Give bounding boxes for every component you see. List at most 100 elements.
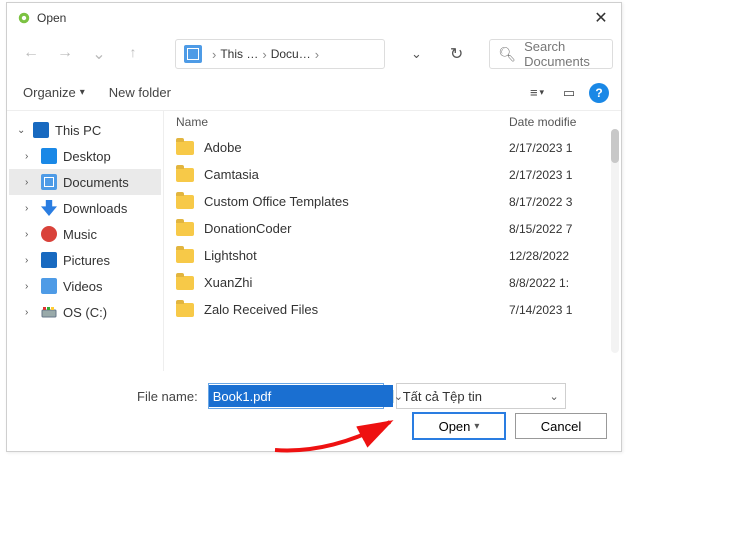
view-list-button[interactable]: ≡▾ <box>523 82 551 104</box>
organize-menu[interactable]: Organize ▾ <box>23 85 85 100</box>
caret-icon: › <box>25 177 35 188</box>
dialog-title: Open <box>37 11 587 25</box>
breadcrumb-folder[interactable]: Docu… <box>271 47 311 61</box>
item-name: DonationCoder <box>204 221 499 236</box>
folder-icon <box>176 168 194 182</box>
folder-icon <box>176 141 194 155</box>
back-button[interactable]: ← <box>23 44 39 64</box>
videos-icon <box>41 278 57 294</box>
filename-label: File name: <box>137 389 198 404</box>
item-date: 7/14/2023 1 <box>509 303 609 317</box>
chevron-down-icon: ⌄ <box>549 390 558 403</box>
filename-input[interactable] <box>209 385 393 407</box>
open-button[interactable]: Open ▾ <box>413 413 505 439</box>
filetype-select[interactable]: Tất cả Tệp tin ⌄ <box>396 383 566 409</box>
caret-icon: › <box>25 229 35 240</box>
item-date: 8/17/2022 3 <box>509 195 609 209</box>
tree-item-pictures[interactable]: › Pictures <box>9 247 161 273</box>
list-item[interactable]: Lightshot 12/28/2022 <box>164 242 621 269</box>
help-button[interactable]: ? <box>589 83 609 103</box>
new-folder-button[interactable]: New folder <box>109 85 171 100</box>
up-button[interactable]: ↑ <box>125 44 141 64</box>
tree-item-desktop[interactable]: › Desktop <box>9 143 161 169</box>
item-name: Zalo Received Files <box>204 302 499 317</box>
list-item[interactable]: Adobe 2/17/2023 1 <box>164 134 621 161</box>
tree-item-downloads[interactable]: › Downloads <box>9 195 161 221</box>
open-dialog: Open ✕ ← → ⌄ ↑ › This … › Docu… › ⌄ ↻ 🔍︎… <box>6 2 622 452</box>
folder-icon <box>176 249 194 263</box>
cancel-button[interactable]: Cancel <box>515 413 607 439</box>
item-date: 2/17/2023 1 <box>509 141 609 155</box>
pics-icon <box>41 252 57 268</box>
app-icon <box>17 11 31 25</box>
folder-tree: ⌄ This PC › Desktop › Documents › Downloads › Mus… <box>7 111 163 371</box>
folder-icon <box>176 303 194 317</box>
address-dropdown[interactable]: ⌄ <box>411 46 422 62</box>
view-layout-button[interactable]: ▭ <box>555 82 583 104</box>
search-placeholder: Search Documents <box>524 39 604 69</box>
search-icon: 🔍︎ <box>498 46 516 63</box>
down-icon <box>41 200 57 216</box>
close-button[interactable]: ✕ <box>587 8 615 28</box>
chevron-down-icon: ▾ <box>80 87 85 98</box>
desktop-icon <box>41 148 57 164</box>
folder-icon <box>176 276 194 290</box>
item-date: 12/28/2022 <box>509 249 609 263</box>
folder-icon <box>176 222 194 236</box>
item-date: 2/17/2023 1 <box>509 168 609 182</box>
column-name[interactable]: Name <box>176 115 509 129</box>
item-name: XuanZhi <box>204 275 499 290</box>
scrollbar[interactable] <box>611 129 619 353</box>
tree-item-label: Documents <box>63 175 129 190</box>
address-bar[interactable]: › This … › Docu… › <box>175 39 385 69</box>
breadcrumb-root[interactable]: This … <box>220 47 258 61</box>
file-list: Name Date modifie Adobe2/17/2023 1Camtas… <box>164 111 621 371</box>
list-item[interactable]: XuanZhi8/8/2022 1: <box>164 269 621 296</box>
item-name: Adobe <box>204 140 499 155</box>
tree-item-label: Music <box>63 227 97 242</box>
item-date: 8/15/2022 7 <box>509 222 609 236</box>
caret-icon: › <box>25 203 35 214</box>
caret-icon: › <box>25 307 35 318</box>
breadcrumb-sep: › <box>315 47 319 62</box>
folder-icon <box>176 195 194 209</box>
search-input[interactable]: 🔍︎ Search Documents <box>489 39 613 69</box>
item-name: Lightshot <box>204 248 499 263</box>
item-name: Custom Office Templates <box>204 194 499 209</box>
column-date[interactable]: Date modifie <box>509 115 609 129</box>
caret-icon: › <box>25 281 35 292</box>
tree-item-os-c-[interactable]: ›OS (C:) <box>9 299 161 325</box>
tree-item-this-pc[interactable]: ⌄ This PC <box>9 117 161 143</box>
tree-item-documents[interactable]: › Documents <box>9 169 161 195</box>
chevron-down-icon: ▾ <box>474 421 479 432</box>
tree-item-label: Desktop <box>63 149 111 164</box>
breadcrumb-sep: › <box>212 47 216 62</box>
music-icon <box>41 226 57 242</box>
pc-icon <box>33 122 49 138</box>
refresh-button[interactable]: ↻ <box>450 44 463 64</box>
tree-item-label: This PC <box>55 123 101 138</box>
tree-item-videos[interactable]: › Videos <box>9 273 161 299</box>
caret-icon: › <box>25 255 35 266</box>
filename-dropdown[interactable]: ⌄ <box>393 390 403 403</box>
breadcrumb-sep: › <box>262 47 266 62</box>
list-item[interactable]: Custom Office Templates 8/17/2022 3 <box>164 188 621 215</box>
list-item[interactable]: Camtasia 2/17/2023 1 <box>164 161 621 188</box>
folder-icon <box>184 45 202 63</box>
caret-icon: ⌄ <box>17 125 27 136</box>
filetype-value: Tất cả Tệp tin <box>403 389 482 404</box>
tree-item-label: Downloads <box>63 201 127 216</box>
tree-item-label: Pictures <box>63 253 110 268</box>
forward-button[interactable]: → <box>57 44 73 64</box>
caret-icon: › <box>25 151 35 162</box>
list-item[interactable]: Zalo Received Files 7/14/2023 1 <box>164 296 621 323</box>
list-item[interactable]: DonationCoder 8/15/2022 7 <box>164 215 621 242</box>
item-name: Camtasia <box>204 167 499 182</box>
scrollbar-thumb[interactable] <box>611 129 619 163</box>
filename-combo[interactable]: ⌄ <box>208 383 384 409</box>
drive-icon <box>41 304 57 320</box>
chevron-down-icon[interactable]: ⌄ <box>91 44 107 64</box>
tree-item-label: Videos <box>63 279 103 294</box>
docs-icon <box>41 174 57 190</box>
tree-item-music[interactable]: › Music <box>9 221 161 247</box>
